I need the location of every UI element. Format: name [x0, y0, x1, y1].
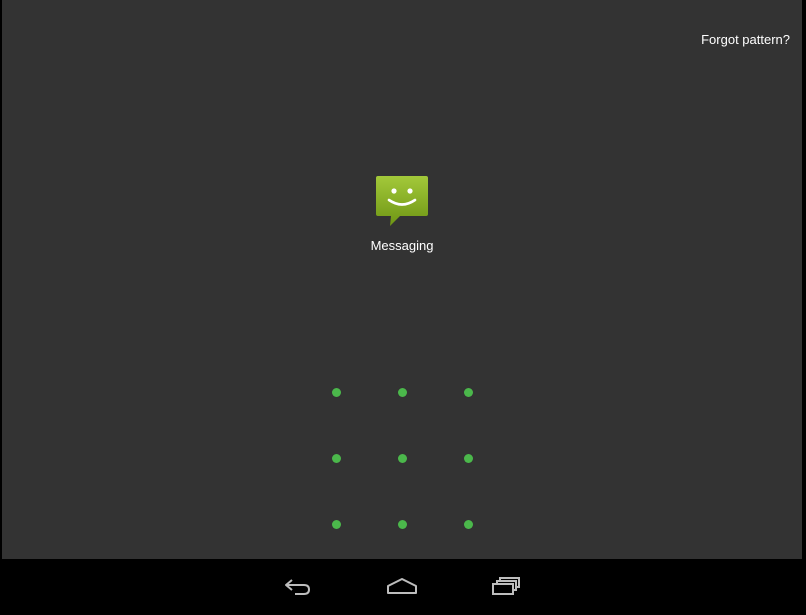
pattern-dot-6[interactable] — [464, 454, 473, 463]
lock-screen: Forgot pattern? Messaging — [0, 0, 806, 615]
app-name-label: Messaging — [370, 238, 434, 253]
pattern-dot-8[interactable] — [398, 520, 407, 529]
back-icon — [285, 579, 311, 595]
pattern-dot-4[interactable] — [332, 454, 341, 463]
pattern-dot-7[interactable] — [332, 520, 341, 529]
pattern-dot-9[interactable] — [464, 520, 473, 529]
pattern-dot-5[interactable] — [398, 454, 407, 463]
recent-apps-icon — [492, 577, 520, 595]
pattern-dot-1[interactable] — [332, 388, 341, 397]
app-widget: Messaging — [360, 174, 444, 253]
pattern-grid[interactable] — [304, 360, 502, 558]
pattern-dot-2[interactable] — [398, 388, 407, 397]
home-button[interactable] — [378, 567, 426, 605]
pattern-dot-3[interactable] — [464, 388, 473, 397]
navigation-bar — [0, 559, 806, 615]
back-button[interactable] — [274, 567, 322, 605]
forgot-pattern-link[interactable]: Forgot pattern? — [701, 32, 790, 47]
messaging-smiley-icon — [376, 176, 428, 226]
pattern-lock-area: Forgot pattern? Messaging — [2, 0, 802, 559]
recent-apps-button[interactable] — [482, 567, 530, 605]
home-icon — [387, 578, 417, 594]
